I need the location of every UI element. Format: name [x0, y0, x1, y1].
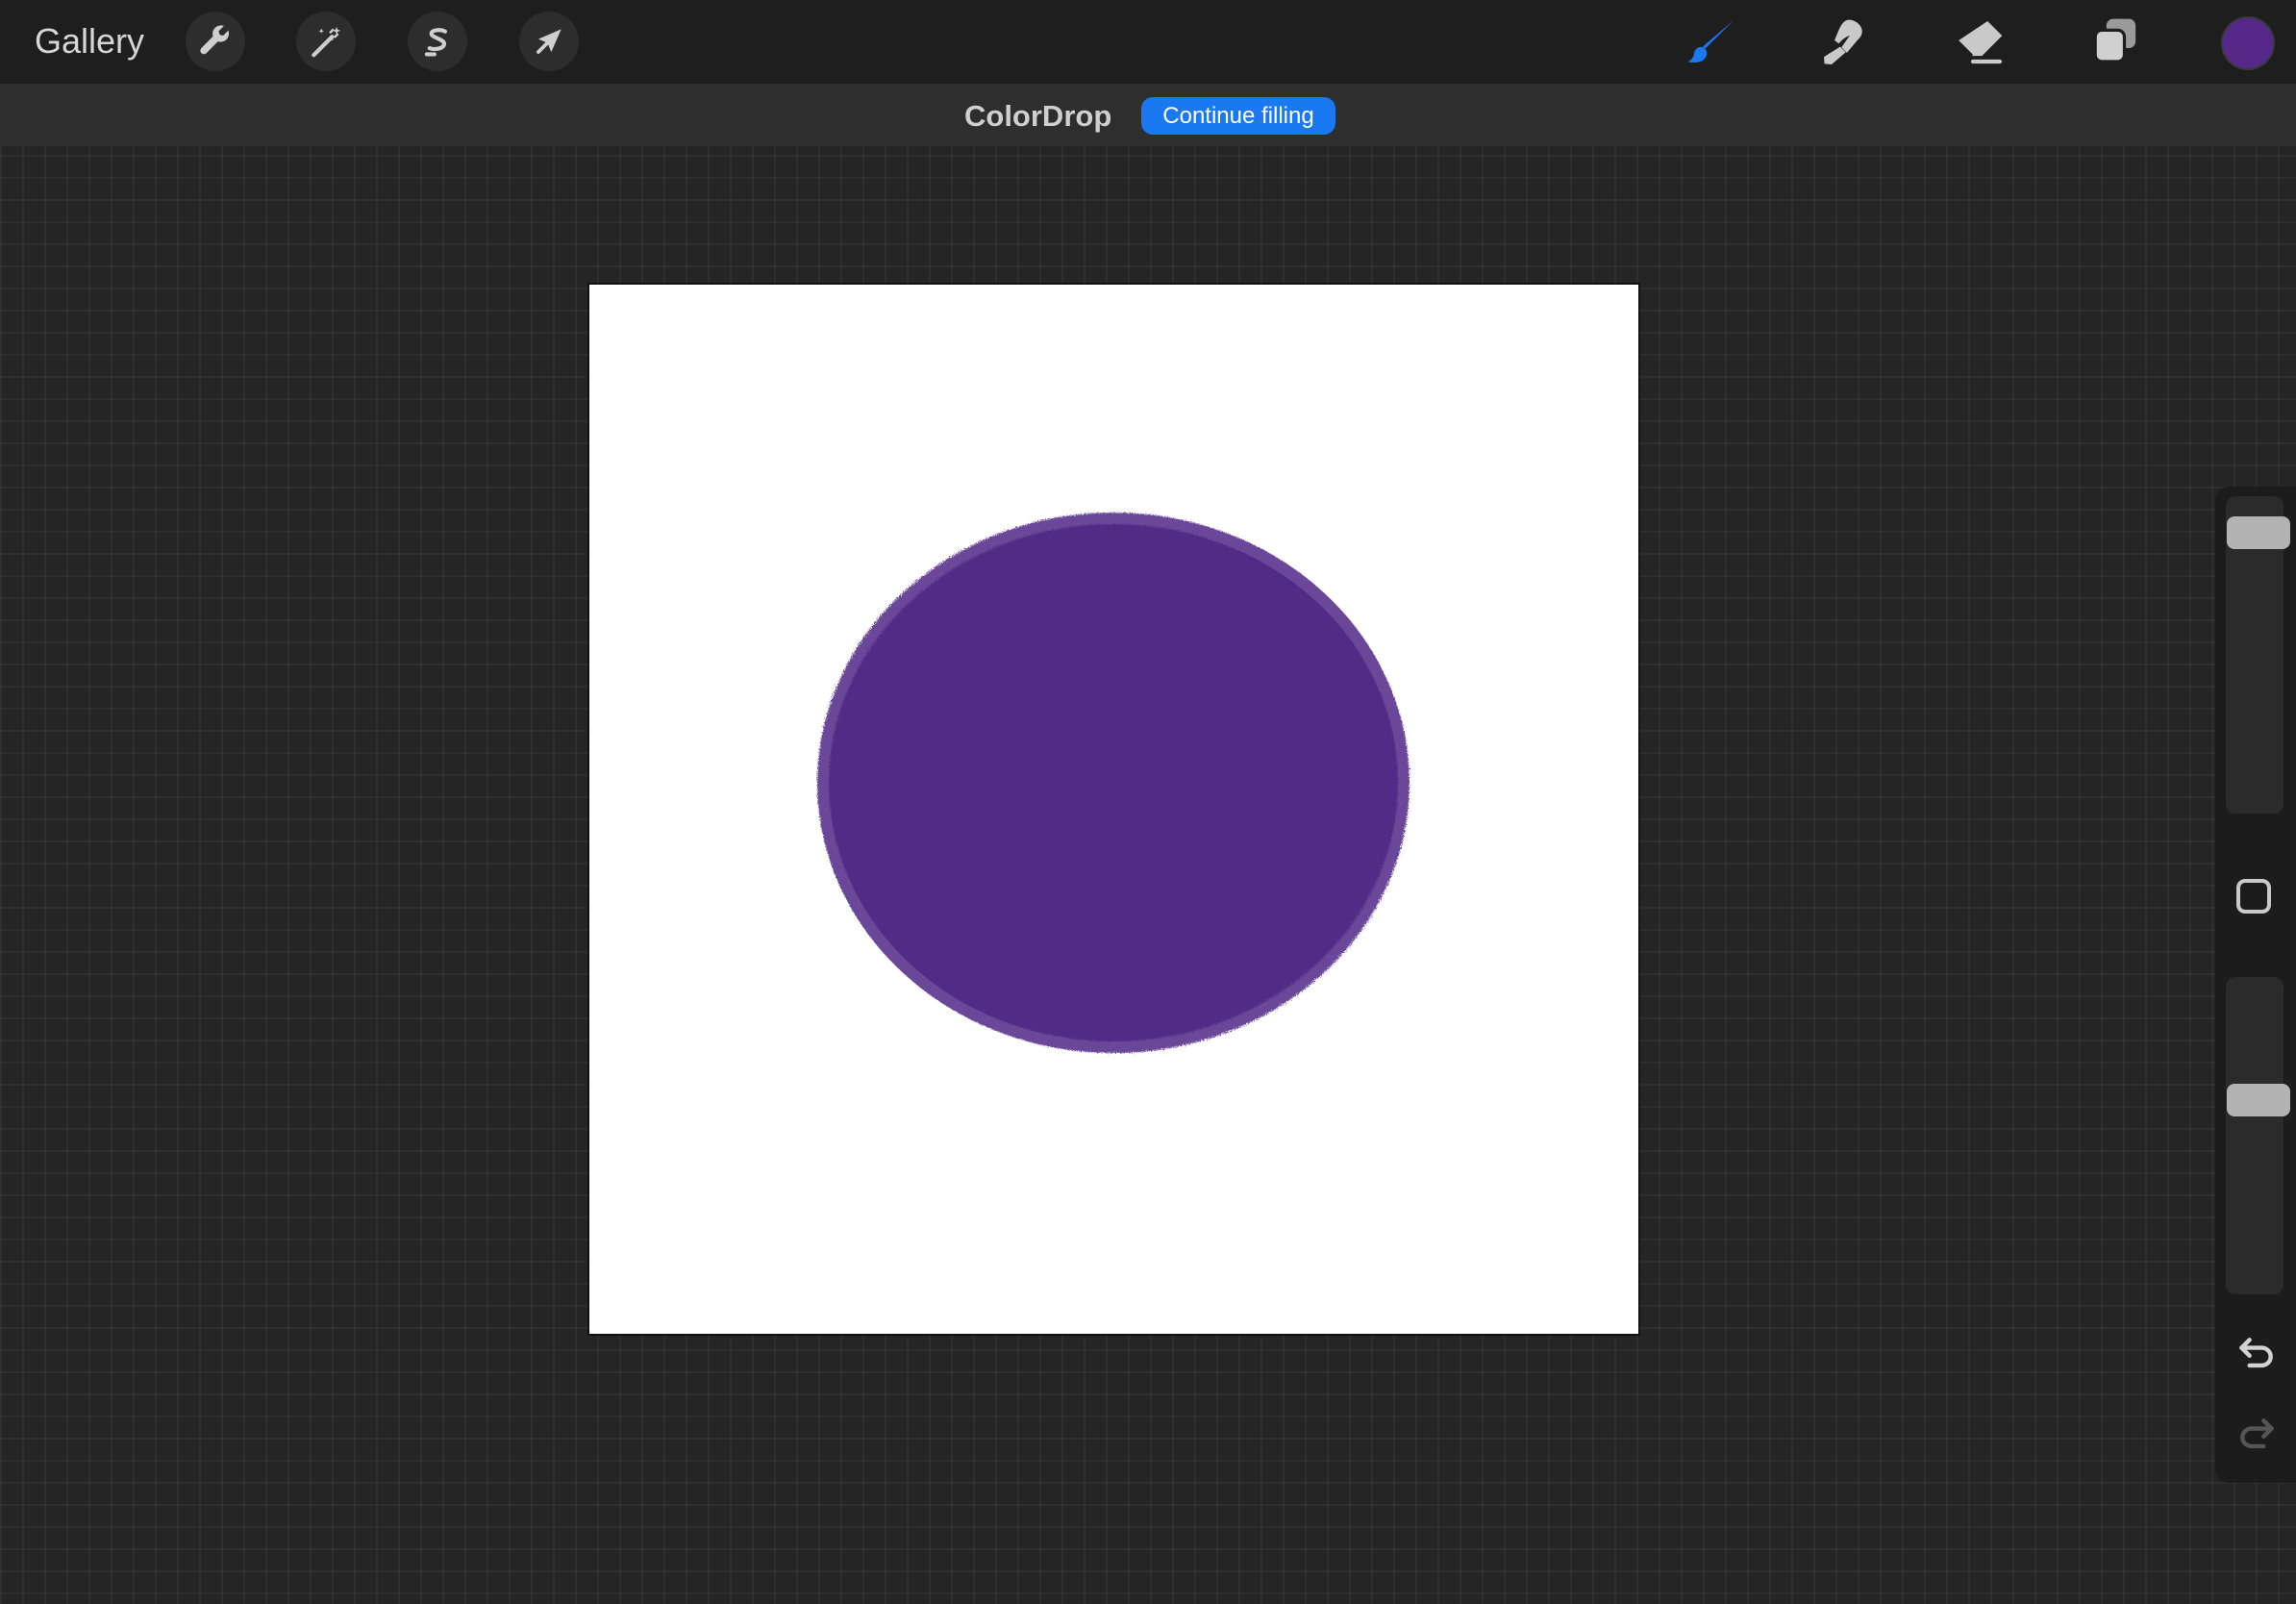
- transform-button[interactable]: [519, 12, 579, 71]
- undo-icon[interactable]: [2235, 1333, 2278, 1375]
- right-sidebar: [2215, 487, 2296, 1483]
- smudge-finger-icon: [1824, 19, 1862, 65]
- color-swatch[interactable]: [2221, 16, 2275, 70]
- smudge-tool-button[interactable]: [1815, 12, 1875, 71]
- adjustments-button[interactable]: [296, 12, 356, 71]
- gallery-link[interactable]: Gallery: [35, 19, 144, 63]
- opacity-slider[interactable]: [2226, 977, 2290, 1294]
- eraser-icon: [1956, 21, 2003, 64]
- magic-wand-icon: [312, 26, 341, 58]
- brush-size-slider[interactable]: [2226, 496, 2290, 814]
- wrench-icon: [200, 25, 230, 55]
- selection-s-icon: [424, 28, 447, 57]
- eraser-tool-button[interactable]: [1950, 12, 2009, 71]
- redo-icon[interactable]: [2235, 1414, 2278, 1456]
- filled-ellipse: [826, 522, 1401, 1043]
- top-toolbar: Gallery: [0, 0, 2296, 84]
- drawing-canvas[interactable]: [589, 285, 1638, 1334]
- actions-button[interactable]: [186, 12, 245, 71]
- arrow-cursor-icon: [537, 29, 562, 54]
- layers-tool-button[interactable]: [2084, 12, 2144, 71]
- layers-icon: [2093, 18, 2136, 63]
- paintbrush-icon: [1687, 19, 1734, 63]
- continue-filling-button[interactable]: Continue filling: [1141, 97, 1335, 135]
- mode-bar: ColorDrop Continue filling: [0, 84, 2296, 146]
- canvas-artwork: [817, 513, 1410, 1053]
- mode-label: ColorDrop: [964, 99, 1112, 133]
- opacity-thumb[interactable]: [2227, 1083, 2290, 1116]
- brush-tool-button[interactable]: [1682, 12, 1741, 71]
- modify-button[interactable]: [2236, 879, 2271, 914]
- brush-size-thumb[interactable]: [2227, 516, 2290, 550]
- selection-button[interactable]: [408, 12, 467, 71]
